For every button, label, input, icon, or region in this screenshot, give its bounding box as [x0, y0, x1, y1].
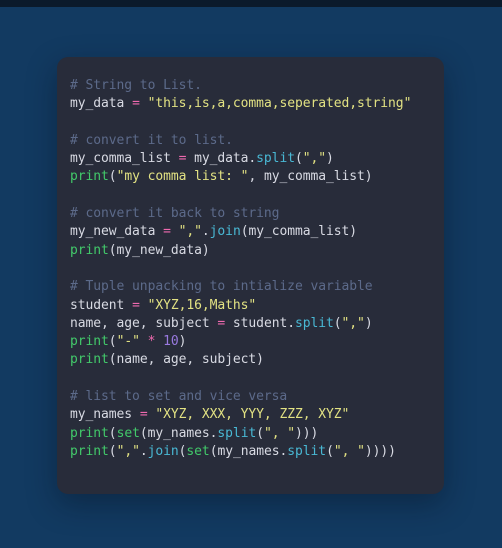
code-line: print(",".join(set(my_names.split(", "))…	[70, 443, 438, 461]
code-token-id: my_names	[70, 407, 140, 423]
code-token-com: # String to List.	[70, 78, 202, 93]
code-token-id: my_comma_list	[70, 151, 179, 167]
code-token-id: name, age, subject	[70, 315, 218, 331]
code-token-id: (my_names.	[139, 425, 218, 441]
code-line: print(set(my_names.split(", ")))	[70, 425, 438, 443]
code-token-meth: split	[256, 151, 295, 167]
code-line: # convert it back to string	[70, 205, 438, 223]
code-token-pun: (	[108, 334, 117, 350]
code-token-meth: join	[147, 443, 179, 459]
code-token-fn: print	[70, 352, 109, 368]
code-token-op: =	[163, 224, 171, 240]
code-line: my_comma_list = my_data.split(",")	[70, 150, 438, 168]
code-token-id: my_new_data	[70, 224, 164, 240]
code-line: # convert it to list.	[70, 132, 438, 150]
code-token-com: # Tuple unpacking to intialize variable	[70, 279, 373, 295]
code-token-pun: (	[333, 315, 342, 331]
code-line: # list to set and vice versa	[70, 388, 438, 406]
code-line: student = "XYZ,16,Maths"	[70, 297, 438, 315]
code-token-str: ","	[302, 151, 327, 167]
top-edge-strip	[0, 0, 502, 7]
code-token-meth: split	[287, 443, 327, 459]
code-line: my_names = "XYZ, XXX, YYY, ZZZ, XYZ"	[70, 406, 438, 424]
code-token-op: =	[132, 297, 140, 313]
code-token-fn: print	[70, 242, 109, 258]
code-token-pun: )))	[295, 425, 319, 441]
code-token-op: =	[217, 315, 226, 331]
code-token-pun: )	[178, 334, 187, 350]
code-token-str: "this,is,a,comma,seperated,string"	[147, 96, 412, 112]
code-token-meth: join	[209, 224, 241, 240]
code-token-id: student	[70, 297, 133, 313]
code-token-pun	[171, 224, 179, 239]
code-line: # String to List.	[70, 77, 438, 95]
code-token-pun: (	[326, 443, 334, 459]
code-token-str: "my comma list: "	[116, 169, 249, 185]
code-token-id: (my_comma_list)	[240, 224, 358, 240]
code-token-fn: set	[116, 425, 140, 441]
code-token-num: 10	[163, 334, 179, 350]
code-token-id: (my_names.	[209, 443, 288, 459]
code-token-str: ", "	[333, 443, 365, 459]
code-token-str: "-"	[116, 334, 140, 350]
code-line: print(name, age, subject)	[70, 351, 438, 369]
code-token-pun: (	[108, 443, 117, 459]
code-block[interactable]: # String to List. my_data = "this,is,a,co…	[70, 77, 438, 461]
code-token-fn: print	[70, 334, 109, 350]
code-token-pun: .	[139, 443, 148, 459]
code-token-str: ","	[178, 224, 202, 240]
code-line: # Tuple unpacking to intialize variable	[70, 278, 438, 296]
code-token-op: =	[139, 407, 148, 423]
code-token-pun: (	[108, 169, 117, 185]
code-line: my_new_data = ",".join(my_comma_list)	[70, 223, 438, 241]
code-token-pun: )	[364, 315, 373, 331]
code-token-pun: (	[294, 151, 303, 167]
code-line: print("my comma list: ", my_comma_list)	[70, 168, 438, 186]
code-token-pun: ))))	[364, 443, 396, 459]
code-token-meth: split	[217, 425, 257, 441]
code-snippet-card: # String to List. my_data = "this,is,a,co…	[57, 57, 444, 494]
code-token-meth: split	[294, 315, 334, 331]
code-token-pun: .	[201, 224, 210, 240]
code-token-pun: (	[256, 425, 264, 441]
code-line: name, age, subject = student.split(",")	[70, 315, 438, 333]
code-token-com: # convert it to list.	[70, 132, 233, 148]
code-token-id: student.	[225, 315, 295, 331]
code-token-pun	[140, 96, 148, 111]
code-token-com: # list to set and vice versa	[70, 389, 288, 405]
code-token-id: (my_new_data)	[108, 242, 210, 258]
code-line: my_data = "this,is,a,comma,seperated,str…	[70, 95, 438, 113]
code-token-fn: print	[70, 169, 109, 185]
code-token-pun	[155, 334, 163, 349]
code-token-fn: print	[70, 425, 109, 441]
code-token-str: ","	[116, 443, 140, 459]
code-token-fn: set	[186, 443, 210, 459]
code-token-pun: (	[108, 425, 117, 441]
code-token-pun	[140, 334, 148, 349]
code-token-com: # convert it back to string	[70, 206, 280, 222]
code-token-id: my_data	[70, 96, 133, 112]
code-token-pun: )	[326, 151, 334, 167]
code-token-id: , my_comma_list)	[248, 169, 373, 185]
code-token-str: "XYZ, XXX, YYY, ZZZ, XYZ"	[155, 407, 350, 423]
code-token-fn: print	[70, 443, 109, 459]
code-token-str: ", "	[263, 425, 296, 441]
code-line: print("-" * 10)	[70, 333, 438, 351]
code-token-id: my_data.	[186, 151, 257, 167]
code-token-pun	[140, 298, 148, 313]
code-line: print(my_new_data)	[70, 242, 438, 260]
code-token-id: (name, age, subject)	[108, 352, 264, 368]
code-token-str: ","	[341, 315, 365, 331]
code-token-op: =	[132, 96, 140, 112]
code-token-str: "XYZ,16,Maths"	[147, 297, 257, 313]
